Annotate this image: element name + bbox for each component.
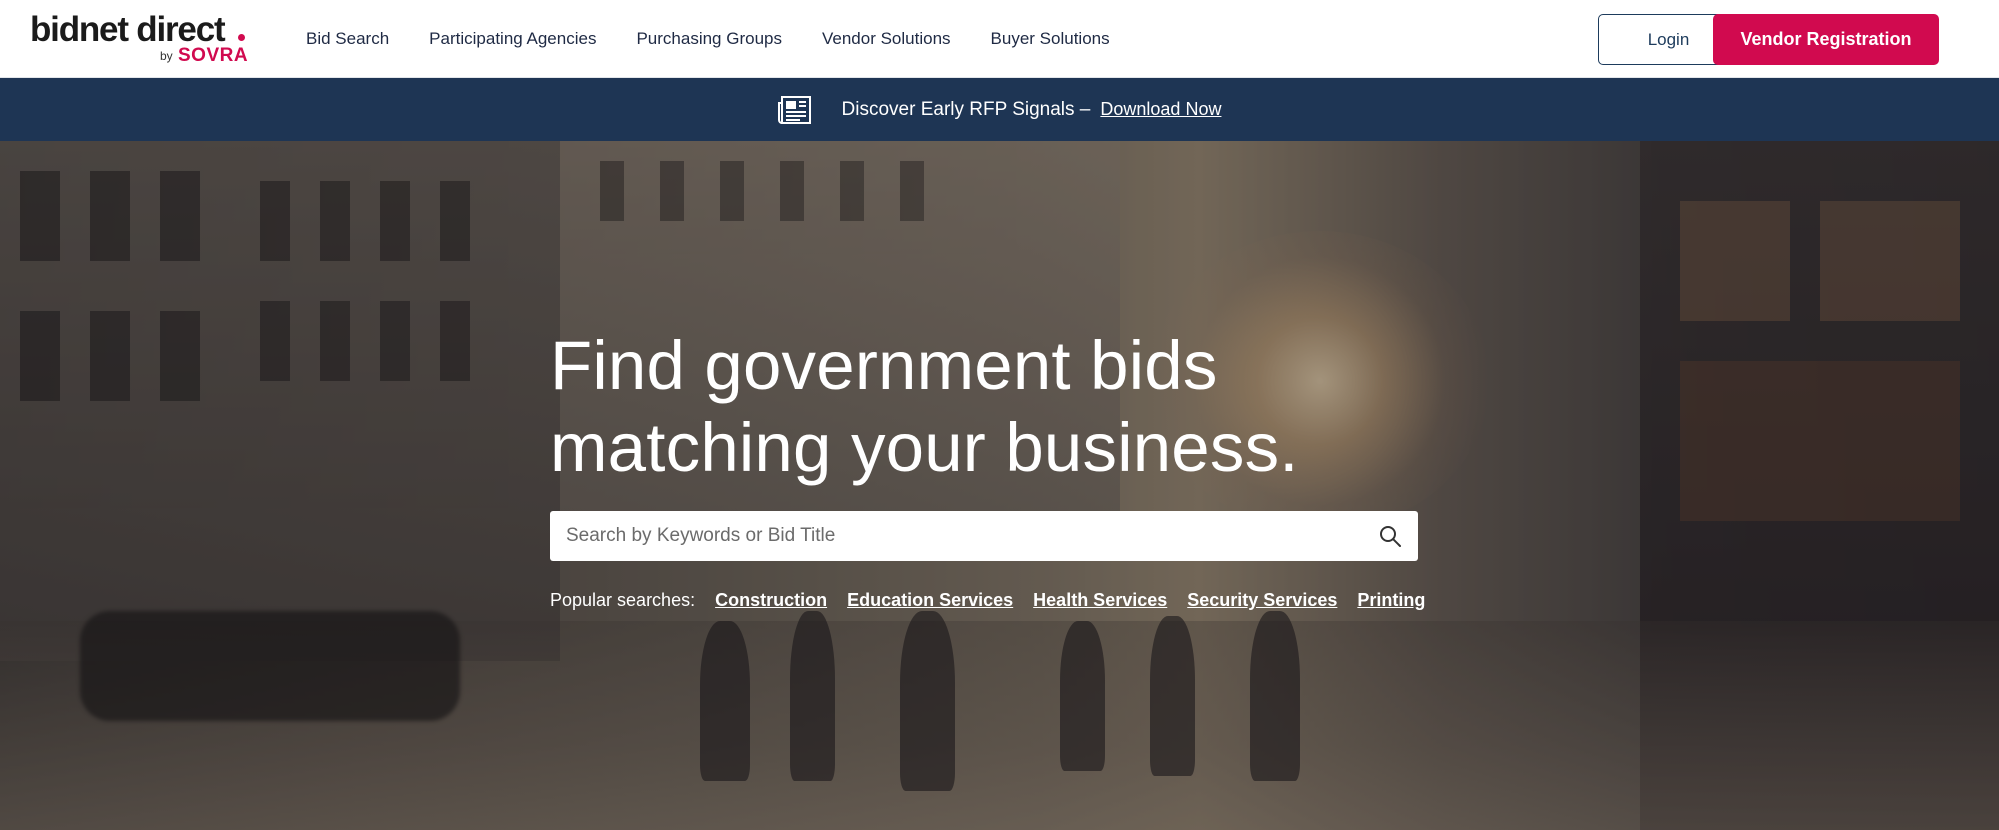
headline-line-2: matching your business. [550, 409, 1299, 486]
popular-searches: Popular searches: Construction Education… [550, 590, 1445, 611]
bid-search-input[interactable] [566, 525, 1356, 547]
bidnet-logo[interactable]: bidnet direct by SOVRA [30, 12, 250, 66]
nav-bid-search[interactable]: Bid Search [306, 29, 389, 49]
popular-link-construction[interactable]: Construction [715, 590, 827, 611]
headline-line-1: Find government bids [550, 327, 1218, 404]
site-header: bidnet direct by SOVRA Bid Search Partic… [0, 0, 1999, 78]
nav-buyer-solutions[interactable]: Buyer Solutions [991, 29, 1110, 49]
popular-searches-label: Popular searches: [550, 590, 696, 610]
popular-link-health-services[interactable]: Health Services [1033, 590, 1167, 611]
main-nav: Bid Search Participating Agencies Purcha… [306, 0, 1150, 78]
popular-link-printing[interactable]: Printing [1357, 590, 1425, 611]
search-icon[interactable] [1378, 524, 1402, 548]
promo-banner: Discover Early RFP Signals – Download No… [0, 78, 1999, 141]
logo-dot [238, 34, 245, 41]
hero-headline: Find government bids matching your busin… [550, 325, 1450, 489]
popular-link-education-services[interactable]: Education Services [847, 590, 1013, 611]
logo-by-text: by [160, 49, 173, 63]
logo-wordmark: bidnet direct [30, 10, 226, 49]
bid-search-box [550, 511, 1418, 561]
hero-section: Find government bids matching your busin… [0, 141, 1999, 830]
hero-content: Find government bids matching your busin… [550, 325, 1450, 610]
newspaper-icon [777, 95, 811, 124]
nav-participating-agencies[interactable]: Participating Agencies [429, 29, 596, 49]
nav-vendor-solutions[interactable]: Vendor Solutions [822, 29, 951, 49]
nav-purchasing-groups[interactable]: Purchasing Groups [636, 29, 782, 49]
popular-link-security-services[interactable]: Security Services [1187, 590, 1337, 611]
logo-sovra: SOVRA [178, 45, 249, 66]
download-now-link[interactable]: Download Now [1100, 99, 1221, 120]
vendor-registration-button[interactable]: Vendor Registration [1713, 14, 1939, 65]
banner-text: Discover Early RFP Signals – [841, 98, 1091, 120]
